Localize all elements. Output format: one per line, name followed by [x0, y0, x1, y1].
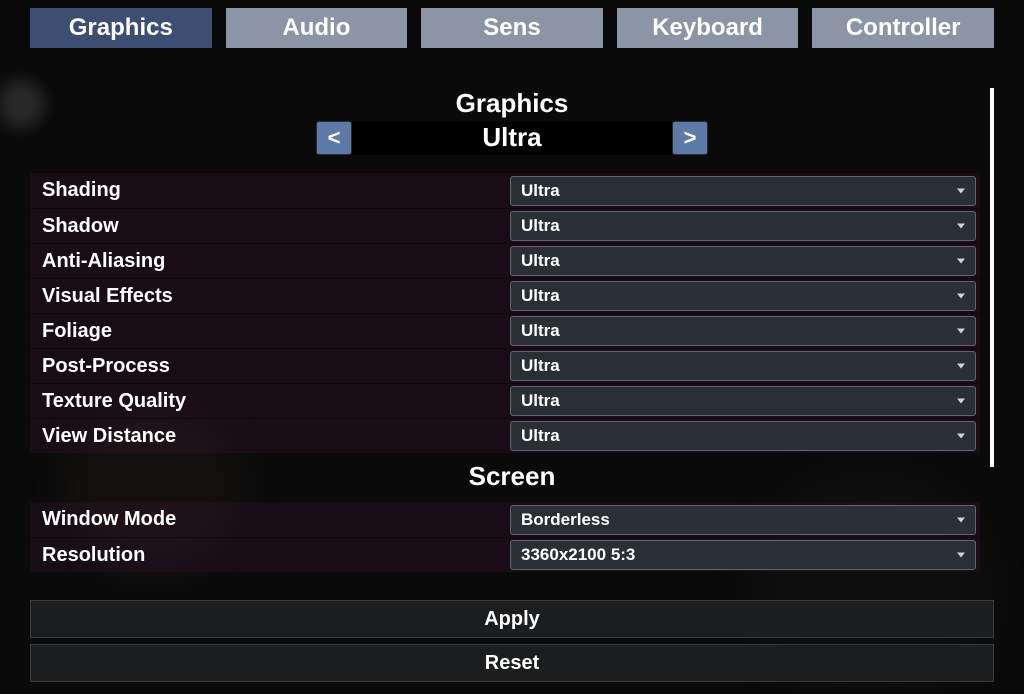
- dropdown-post-process[interactable]: Ultra: [510, 351, 976, 381]
- label-anti-aliasing: Anti-Aliasing: [30, 250, 510, 273]
- preset-next-button[interactable]: >: [672, 121, 708, 155]
- dropdown-anti-aliasing-value: Ultra: [521, 251, 560, 271]
- row-shadow: Shadow Ultra: [30, 208, 980, 243]
- preset-prev-button[interactable]: <: [316, 121, 352, 155]
- chevron-down-icon: [957, 259, 965, 264]
- chevron-down-icon: [957, 294, 965, 299]
- dropdown-texture-quality[interactable]: Ultra: [510, 386, 976, 416]
- dropdown-foliage-value: Ultra: [521, 321, 560, 341]
- label-view-distance: View Distance: [30, 425, 510, 448]
- apply-button[interactable]: Apply: [30, 600, 994, 638]
- preset-value: Ultra: [352, 121, 672, 155]
- dropdown-view-distance-value: Ultra: [521, 426, 560, 446]
- row-window-mode: Window Mode Borderless: [30, 502, 980, 537]
- chevron-down-icon: [957, 364, 965, 369]
- dropdown-window-mode-value: Borderless: [521, 510, 610, 530]
- section-title-graphics: Graphics: [30, 88, 994, 119]
- label-shading: Shading: [30, 179, 510, 202]
- row-anti-aliasing: Anti-Aliasing Ultra: [30, 243, 980, 278]
- scrollbar[interactable]: [990, 88, 994, 574]
- chevron-down-icon: [957, 517, 965, 522]
- chevron-down-icon: [957, 399, 965, 404]
- tab-sens[interactable]: Sens: [421, 8, 603, 48]
- label-resolution: Resolution: [30, 544, 510, 567]
- row-view-distance: View Distance Ultra: [30, 418, 980, 453]
- chevron-down-icon: [957, 329, 965, 334]
- bottom-buttons: Apply Reset: [30, 600, 994, 682]
- dropdown-texture-quality-value: Ultra: [521, 391, 560, 411]
- label-window-mode: Window Mode: [30, 508, 510, 531]
- dropdown-resolution-value: 3360x2100 5:3: [521, 545, 635, 565]
- chevron-down-icon: [957, 434, 965, 439]
- tab-graphics[interactable]: Graphics: [30, 8, 212, 48]
- chevron-down-icon: [957, 188, 965, 193]
- dropdown-shadow[interactable]: Ultra: [510, 211, 976, 241]
- dropdown-shading-value: Ultra: [521, 181, 560, 201]
- label-texture-quality: Texture Quality: [30, 390, 510, 413]
- label-post-process: Post-Process: [30, 355, 510, 378]
- settings-panel: Graphics < Ultra > Shading Ultra Shadow: [30, 60, 994, 574]
- dropdown-shadow-value: Ultra: [521, 216, 560, 236]
- settings-scroll-area: Graphics < Ultra > Shading Ultra Shadow: [30, 60, 994, 574]
- row-post-process: Post-Process Ultra: [30, 348, 980, 383]
- section-title-screen: Screen: [30, 461, 994, 492]
- tab-keyboard[interactable]: Keyboard: [617, 8, 799, 48]
- dropdown-window-mode[interactable]: Borderless: [510, 505, 976, 535]
- label-shadow: Shadow: [30, 215, 510, 238]
- tab-audio[interactable]: Audio: [226, 8, 408, 48]
- dropdown-visual-effects-value: Ultra: [521, 286, 560, 306]
- label-foliage: Foliage: [30, 320, 510, 343]
- dropdown-view-distance[interactable]: Ultra: [510, 421, 976, 451]
- graphics-rows: Shading Ultra Shadow Ultra: [30, 173, 980, 453]
- dropdown-foliage[interactable]: Ultra: [510, 316, 976, 346]
- settings-tabs: Graphics Audio Sens Keyboard Controller: [0, 0, 1024, 48]
- dropdown-shading[interactable]: Ultra: [510, 176, 976, 206]
- reset-button[interactable]: Reset: [30, 644, 994, 682]
- row-shading: Shading Ultra: [30, 173, 980, 208]
- row-foliage: Foliage Ultra: [30, 313, 980, 348]
- chevron-down-icon: [957, 553, 965, 558]
- scrollbar-thumb[interactable]: [990, 88, 994, 467]
- dropdown-resolution[interactable]: 3360x2100 5:3: [510, 540, 976, 570]
- dropdown-anti-aliasing[interactable]: Ultra: [510, 246, 976, 276]
- dropdown-visual-effects[interactable]: Ultra: [510, 281, 976, 311]
- dropdown-post-process-value: Ultra: [521, 356, 560, 376]
- tab-controller[interactable]: Controller: [812, 8, 994, 48]
- row-texture-quality: Texture Quality Ultra: [30, 383, 980, 418]
- chevron-down-icon: [957, 224, 965, 229]
- graphics-preset-selector: < Ultra >: [30, 121, 994, 155]
- row-visual-effects: Visual Effects Ultra: [30, 278, 980, 313]
- label-visual-effects: Visual Effects: [30, 285, 510, 308]
- screen-rows: Window Mode Borderless Resolution 3360x2…: [30, 502, 980, 572]
- row-resolution: Resolution 3360x2100 5:3: [30, 537, 980, 572]
